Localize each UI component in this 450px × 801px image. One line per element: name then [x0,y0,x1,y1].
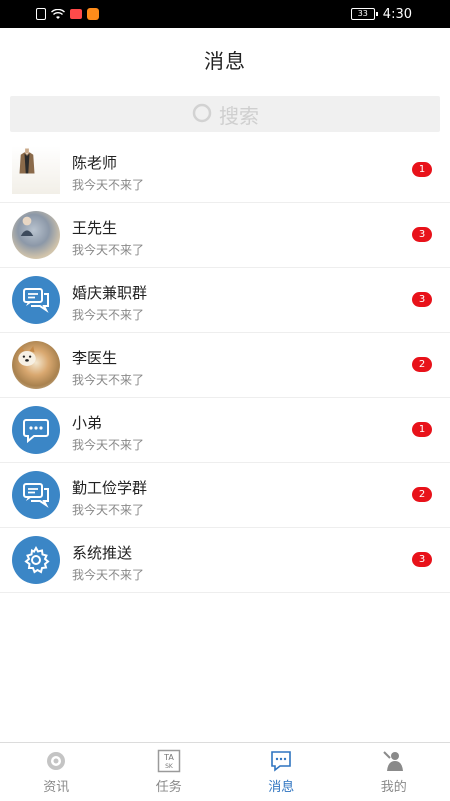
message-preview: 我今天不来了 [72,306,144,323]
avatar [12,406,60,454]
video-app-icon [87,8,99,20]
task-icon: TA SK [157,749,181,773]
unread-badge: 3 [412,227,432,242]
svg-text:TA: TA [163,753,174,762]
avatar [12,341,60,389]
contact-name: 陈老师 [72,152,117,173]
message-preview: 我今天不来了 [72,371,144,388]
tab-task[interactable]: TA SK 任务 [113,743,226,801]
page-header: 消息 [4,28,446,91]
unread-badge: 1 [412,162,432,177]
conversation-item[interactable]: 婚庆兼职群 我今天不来了 3 [0,268,450,333]
conversation-item[interactable]: 勤工俭学群 我今天不来了 2 [0,463,450,528]
message-preview: 我今天不来了 [72,566,144,583]
search-container: 搜索 [4,90,446,138]
search-icon [191,103,213,125]
contact-name: 小弟 [72,412,102,433]
battery-icon: 33 [351,8,375,20]
chat-bubble-icon [21,415,51,445]
unread-badge: 2 [412,487,432,502]
tab-profile[interactable]: 我的 [338,743,450,801]
search-placeholder: 搜索 [219,100,259,129]
avatar [12,146,60,194]
person-photo-icon [12,211,42,241]
group-chat-icon [21,480,51,510]
status-icons-left [36,6,99,22]
conversation-list: 陈老师 我今天不来了 1 王先生 我今天不来了 3 婚庆兼职群 我今天不来了 3 [0,138,450,593]
tab-label: 资讯 [0,776,113,795]
unread-badge: 3 [412,552,432,567]
clock: 4:30 [383,7,412,22]
unread-badge: 3 [412,292,432,307]
page-title: 消息 [204,45,246,74]
sim-icon [36,8,46,20]
svg-text:SK: SK [165,763,174,770]
message-icon [269,749,293,773]
tab-label: 消息 [225,776,338,795]
conversation-item[interactable]: 小弟 我今天不来了 1 [0,398,450,463]
wifi-icon [51,9,65,20]
contact-name: 勤工俭学群 [72,477,147,498]
contact-name: 王先生 [72,217,117,238]
gear-icon [21,545,51,575]
dog-photo-icon [12,341,42,371]
avatar [12,471,60,519]
contact-name: 婚庆兼职群 [72,282,147,303]
unread-badge: 1 [412,422,432,437]
message-preview: 我今天不来了 [72,436,144,453]
status-icons-right: 33 4:30 [351,5,412,23]
news-icon [44,749,68,773]
conversation-item[interactable]: 陈老师 我今天不来了 1 [0,138,450,203]
avatar [12,276,60,324]
conversation-item[interactable]: 王先生 我今天不来了 3 [0,203,450,268]
contact-name: 李医生 [72,347,117,368]
avatar [12,536,60,584]
message-icon [70,9,82,19]
message-preview: 我今天不来了 [72,176,144,193]
contact-name: 系统推送 [72,542,132,563]
person-photo-icon [12,146,42,176]
profile-icon [382,749,406,773]
message-preview: 我今天不来了 [72,241,144,258]
conversation-item[interactable]: 李医生 我今天不来了 2 [0,333,450,398]
avatar [12,211,60,259]
group-chat-icon [21,285,51,315]
status-bar: 33 4:30 [0,0,450,28]
tab-label: 我的 [338,776,450,795]
unread-badge: 2 [412,357,432,372]
conversation-item[interactable]: 系统推送 我今天不来了 3 [0,528,450,593]
tab-messages[interactable]: 消息 [225,743,338,801]
tab-label: 任务 [113,776,226,795]
tab-news[interactable]: 资讯 [0,743,113,801]
bottom-tab-bar: 资讯 TA SK 任务 消息 我的 [0,742,450,801]
search-input[interactable]: 搜索 [10,96,440,132]
message-preview: 我今天不来了 [72,501,144,518]
